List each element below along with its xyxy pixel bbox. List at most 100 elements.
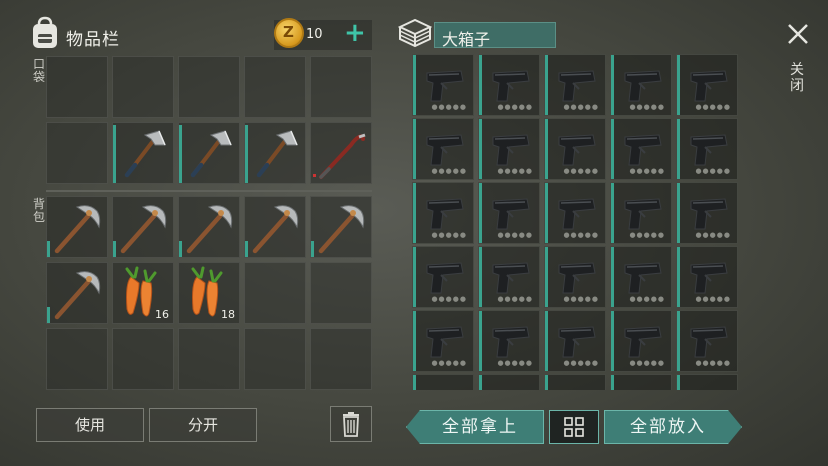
ammo-dots: ●●●●●: [695, 167, 731, 175]
pocket-slot[interactable]: [178, 56, 240, 118]
close-label[interactable]: 关闭: [790, 62, 804, 94]
backpack-slot[interactable]: [112, 196, 174, 258]
trash-button[interactable]: [330, 406, 372, 442]
backpack-slot[interactable]: 16: [112, 262, 174, 324]
pocket-slot[interactable]: [310, 122, 372, 184]
durability-bar: [179, 241, 182, 257]
pistol-icon: [413, 55, 473, 121]
container-slot[interactable]: ●●●●●: [478, 182, 540, 244]
container-slot[interactable]: ●●●●●: [478, 118, 540, 180]
backpack-slot[interactable]: [178, 328, 240, 390]
backpack-slot[interactable]: [46, 328, 108, 390]
pistol-icon: [611, 183, 671, 249]
split-button[interactable]: 分开: [149, 408, 257, 442]
coin-count: 10: [306, 27, 323, 42]
backpack-slot[interactable]: [178, 196, 240, 258]
backpack-slot[interactable]: [310, 196, 372, 258]
backpack-slot[interactable]: [112, 328, 174, 390]
ammo-dots: ●●●●●: [563, 231, 599, 239]
durability-bar: [545, 247, 548, 307]
durability-bar: [611, 311, 614, 371]
durability-bar: [47, 241, 50, 257]
durability-bar: [479, 247, 482, 307]
container-slot[interactable]: ●●●●●: [412, 54, 474, 116]
durability-bar: [413, 375, 416, 390]
pocket-label: 口袋: [33, 57, 46, 84]
grid-icon: [564, 417, 584, 437]
take-all-button[interactable]: 全部拿上: [406, 410, 544, 444]
pocket-slot[interactable]: [310, 56, 372, 118]
pistol-icon: [611, 247, 671, 313]
container-slot[interactable]: ●●●●●: [610, 310, 672, 372]
durability-bar: [677, 247, 680, 307]
pocket-slot[interactable]: [46, 122, 108, 184]
container-slot[interactable]: ●●●●●: [676, 118, 738, 180]
grid-toggle-button[interactable]: [549, 410, 599, 444]
backpack-slot[interactable]: [46, 196, 108, 258]
container-slot[interactable]: ●●●●●: [412, 246, 474, 308]
pocket-slot[interactable]: [112, 122, 174, 184]
item-count: 18: [221, 308, 235, 321]
backpack-slot[interactable]: [46, 262, 108, 324]
backpack-slot[interactable]: [244, 328, 306, 390]
pistol-icon: [677, 55, 737, 121]
pistol-icon: [545, 375, 605, 390]
container-slot[interactable]: ●●●●●: [544, 374, 606, 390]
container-slot[interactable]: ●●●●●: [544, 310, 606, 372]
pocket-slot[interactable]: [244, 56, 306, 118]
pocket-slot[interactable]: [46, 56, 108, 118]
low-durability-indicator: [313, 174, 316, 177]
add-coins-button[interactable]: +: [344, 20, 366, 46]
container-slot[interactable]: ●●●●●: [412, 118, 474, 180]
backpack-slot[interactable]: [310, 328, 372, 390]
container-slot[interactable]: ●●●●●: [676, 310, 738, 372]
close-icon[interactable]: [786, 22, 810, 46]
backpack-slot[interactable]: [244, 196, 306, 258]
pistol-icon: [479, 311, 539, 377]
container-slot[interactable]: ●●●●●: [544, 246, 606, 308]
ammo-dots: ●●●●●: [563, 103, 599, 111]
durability-bar: [677, 55, 680, 115]
item-count: 16: [155, 308, 169, 321]
container-slot[interactable]: ●●●●●: [412, 374, 474, 390]
container-slot[interactable]: ●●●●●: [478, 310, 540, 372]
ammo-dots: ●●●●●: [629, 167, 665, 175]
ammo-dots: ●●●●●: [563, 167, 599, 175]
container-slot[interactable]: ●●●●●: [544, 118, 606, 180]
container-slot[interactable]: ●●●●●: [676, 374, 738, 390]
pocket-slot[interactable]: [244, 122, 306, 184]
container-slot[interactable]: ●●●●●: [478, 246, 540, 308]
backpack-slot[interactable]: 18: [178, 262, 240, 324]
container-slot[interactable]: ●●●●●: [412, 310, 474, 372]
container-slot[interactable]: ●●●●●: [676, 54, 738, 116]
container-slot[interactable]: ●●●●●: [478, 54, 540, 116]
use-button[interactable]: 使用: [36, 408, 144, 442]
container-slot[interactable]: ●●●●●: [610, 54, 672, 116]
ammo-dots: ●●●●●: [431, 103, 467, 111]
pocket-slot[interactable]: [112, 56, 174, 118]
durability-bar: [545, 55, 548, 115]
durability-bar: [677, 119, 680, 179]
put-all-button[interactable]: 全部放入: [604, 410, 742, 444]
container-slot[interactable]: ●●●●●: [412, 182, 474, 244]
container-slot[interactable]: ●●●●●: [676, 182, 738, 244]
container-slot[interactable]: ●●●●●: [610, 246, 672, 308]
container-slot[interactable]: ●●●●●: [544, 54, 606, 116]
pistol-icon: [545, 119, 605, 185]
box-icon: [398, 18, 432, 48]
backpack-slot[interactable]: [310, 262, 372, 324]
ammo-dots: ●●●●●: [629, 231, 665, 239]
backpack-slot[interactable]: [244, 262, 306, 324]
container-slot[interactable]: ●●●●●: [544, 182, 606, 244]
ammo-dots: ●●●●●: [695, 103, 731, 111]
container-slot[interactable]: ●●●●●: [610, 182, 672, 244]
container-title: 大箱子: [442, 30, 491, 49]
durability-bar: [677, 375, 680, 390]
container-slot[interactable]: ●●●●●: [478, 374, 540, 390]
container-slot[interactable]: ●●●●●: [676, 246, 738, 308]
pistol-icon: [677, 247, 737, 313]
pocket-slot[interactable]: [178, 122, 240, 184]
pistol-icon: [677, 375, 737, 390]
container-slot[interactable]: ●●●●●: [610, 374, 672, 390]
container-slot[interactable]: ●●●●●: [610, 118, 672, 180]
